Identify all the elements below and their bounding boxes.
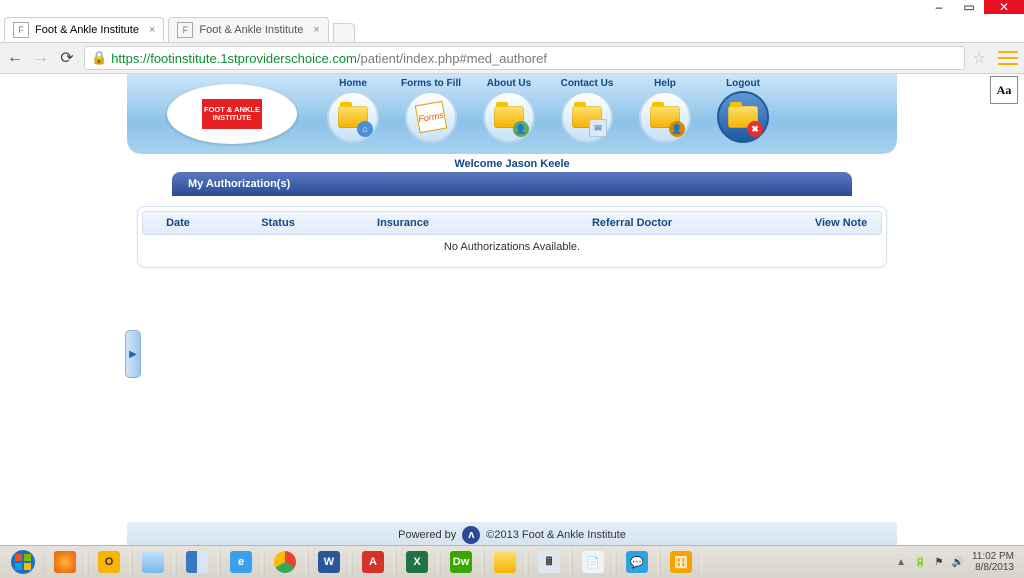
nav-item-home[interactable]: Home ⌂: [322, 78, 384, 143]
forms-icon: Forms: [415, 101, 447, 133]
nav-item-forms[interactable]: Forms to Fill Forms: [400, 78, 462, 143]
forward-button[interactable]: →: [32, 49, 50, 67]
section-title: My Authorization(s): [188, 178, 290, 190]
battery-icon[interactable]: 🔋: [914, 557, 926, 568]
taskbar-app-excel[interactable]: X: [396, 549, 438, 575]
home-icon: ⌂: [357, 121, 373, 137]
nav-label: Contact Us: [556, 78, 618, 89]
nav-label: About Us: [478, 78, 540, 89]
nav-label: Logout: [712, 78, 774, 89]
taskbar-app-outlook[interactable]: O: [88, 549, 130, 575]
taskbar-app-chrome[interactable]: [264, 549, 306, 575]
address-bar[interactable]: 🔒 https://footinstitute.1stproviderschoi…: [84, 46, 965, 70]
mail-icon: ✉: [589, 119, 607, 137]
nav-label: Help: [634, 78, 696, 89]
tab-title: Foot & Ankle Institute: [35, 24, 139, 36]
side-expand-handle[interactable]: ▶: [125, 330, 141, 378]
window-caption-bar: – ▭ ✕: [0, 0, 1024, 14]
windows-taskbar: O e W A X Dw 🖩 📄 💬 🗄 ▲ 🔋 ⚑ 🔊 11:02 PM 8/…: [0, 545, 1024, 578]
authorizations-card: Date Status Insurance Referral Doctor Vi…: [137, 206, 887, 268]
taskbar-app-explorer[interactable]: [484, 549, 526, 575]
windows-logo-icon: [10, 549, 36, 575]
section-title-bar: My Authorization(s): [172, 172, 852, 196]
taskbar-app-db[interactable]: 🗄: [660, 549, 702, 575]
back-button[interactable]: ←: [6, 49, 24, 67]
minimize-button[interactable]: –: [924, 0, 954, 14]
nav-item-help[interactable]: Help 👤: [634, 78, 696, 143]
taskbar-app-ie[interactable]: e: [220, 549, 262, 575]
maximize-button[interactable]: ▭: [954, 0, 984, 14]
lock-icon: 🔒: [91, 50, 107, 66]
nav-orb: Forms: [405, 91, 457, 143]
nav-label: Forms to Fill: [400, 78, 462, 89]
empty-state-message: No Authorizations Available.: [142, 235, 882, 263]
logo: FOOT & ANKLE INSTITUTE: [167, 84, 297, 144]
favicon-icon: F: [13, 22, 29, 38]
nav-orb: ✖: [717, 91, 769, 143]
volume-icon[interactable]: 🔊: [951, 557, 963, 568]
favicon-icon: F: [177, 22, 193, 38]
nav-orb: ✉: [561, 91, 613, 143]
taskbar-app-firefox[interactable]: [44, 549, 86, 575]
nav-orb: 👤: [483, 91, 535, 143]
close-button[interactable]: ✕: [984, 0, 1024, 14]
url-path: /patient/index.php#med_authoref: [357, 51, 547, 66]
taskbar-app-reader[interactable]: A: [352, 549, 394, 575]
nav-item-logout[interactable]: Logout ✖: [712, 78, 774, 143]
reload-button[interactable]: ⟳: [58, 48, 76, 68]
content-wrapper: ▶ FOOT & ANKLE INSTITUTE Home ⌂ Forms to…: [127, 74, 897, 268]
text-size-button[interactable]: Aa: [990, 76, 1018, 104]
browser-tab-1[interactable]: F Foot & Ankle Institute ×: [4, 17, 164, 42]
col-status[interactable]: Status: [213, 217, 343, 229]
tab-strip: F Foot & Ankle Institute × F Foot & Ankl…: [0, 14, 1024, 43]
page-viewport: Aa ▶ FOOT & ANKLE INSTITUTE Home ⌂ Forms…: [0, 74, 1024, 548]
person-icon: 👤: [669, 121, 685, 137]
nav-item-contact[interactable]: Contact Us ✉: [556, 78, 618, 143]
browser-tab-2[interactable]: F Foot & Ankle Institute ×: [168, 17, 328, 42]
nav-orb: ⌂: [327, 91, 379, 143]
welcome-text: Welcome Jason Keele: [127, 154, 897, 172]
taskbar-app-libraries[interactable]: [132, 549, 174, 575]
close-circle-icon: ✖: [747, 121, 763, 137]
logo-text: FOOT & ANKLE INSTITUTE: [202, 99, 262, 129]
col-date[interactable]: Date: [143, 217, 213, 229]
flag-icon[interactable]: ⚑: [935, 557, 944, 568]
chrome-menu-icon[interactable]: [998, 46, 1018, 70]
tab-close-icon[interactable]: ×: [313, 24, 319, 36]
taskbar-app-notepad[interactable]: 📄: [572, 549, 614, 575]
tab-title: Foot & Ankle Institute: [199, 24, 303, 36]
main-nav: Home ⌂ Forms to Fill Forms About Us: [322, 78, 774, 143]
col-insurance[interactable]: Insurance: [343, 217, 463, 229]
start-button[interactable]: [4, 549, 42, 575]
col-view-note[interactable]: View Note: [801, 217, 881, 229]
url-domain: footinstitute.1stproviderschoice.com: [150, 51, 357, 66]
footer-logo-icon: ʌ: [462, 526, 480, 544]
header-banner: FOOT & ANKLE INSTITUTE Home ⌂ Forms to F…: [127, 74, 897, 154]
footer-text: Powered by: [398, 529, 456, 541]
time-text: 11:02 PM: [972, 551, 1014, 562]
taskbar-app-finder[interactable]: [176, 549, 218, 575]
table-header-row: Date Status Insurance Referral Doctor Vi…: [142, 211, 882, 235]
toolbar: ← → ⟳ 🔒 https://footinstitute.1stprovide…: [0, 43, 1024, 74]
taskbar-app-dreamweaver[interactable]: Dw: [440, 549, 482, 575]
taskbar-app-calc[interactable]: 🖩: [528, 549, 570, 575]
nav-item-about[interactable]: About Us 👤: [478, 78, 540, 143]
tab-close-icon[interactable]: ×: [149, 24, 155, 36]
url-protocol: https://: [111, 51, 150, 66]
taskbar-clock[interactable]: 11:02 PM 8/8/2013: [972, 551, 1014, 573]
col-referral-doctor[interactable]: Referral Doctor: [463, 217, 801, 229]
nav-label: Home: [322, 78, 384, 89]
person-icon: 👤: [513, 121, 529, 137]
system-tray: ▲ 🔋 ⚑ 🔊 11:02 PM 8/8/2013: [896, 551, 1020, 573]
taskbar-app-chat[interactable]: 💬: [616, 549, 658, 575]
bookmark-star-icon[interactable]: ☆: [973, 49, 986, 67]
nav-orb: 👤: [639, 91, 691, 143]
footer-copyright: ©2013 Foot & Ankle Institute: [486, 529, 626, 541]
taskbar-app-word[interactable]: W: [308, 549, 350, 575]
new-tab-button[interactable]: [333, 23, 355, 42]
tray-overflow-icon[interactable]: ▲: [896, 557, 906, 568]
date-text: 8/8/2013: [972, 562, 1014, 573]
